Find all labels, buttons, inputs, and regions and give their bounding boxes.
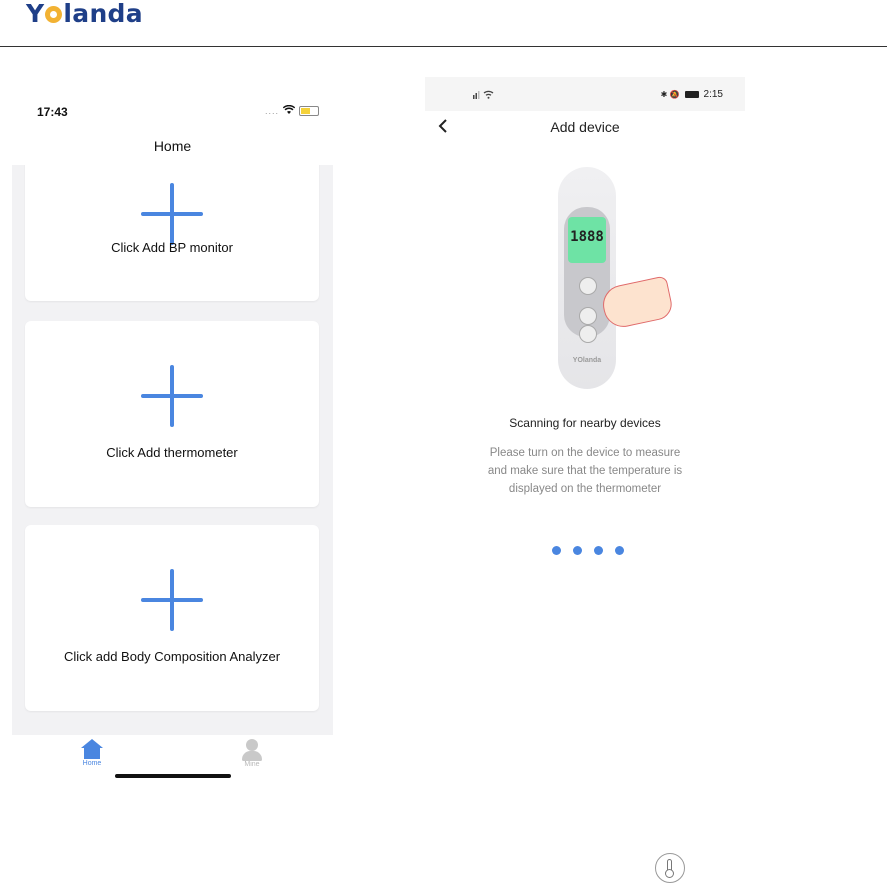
page-title: Add device — [550, 119, 620, 135]
status-time: 17:43 — [37, 105, 68, 119]
device-brand: YOlanda — [572, 357, 602, 364]
wifi-icon — [282, 104, 296, 117]
device-card-list[interactable]: Click Add BP monitor Click Add thermomet… — [12, 165, 333, 735]
tab-home[interactable]: Home — [72, 739, 112, 767]
page-title: Home — [153, 138, 192, 154]
loading-dot — [594, 546, 603, 555]
logo-o-icon — [45, 6, 63, 23]
home-indicator[interactable] — [115, 774, 231, 778]
bluetooth-mute-icons: ✱ 🔕 — [660, 90, 680, 99]
status-right: ✱ 🔕 2:15 — [661, 89, 723, 100]
tab-mine[interactable]: Mine — [232, 739, 272, 768]
plus-icon — [141, 183, 203, 245]
lcd-reading: 1888 — [570, 229, 604, 245]
loading-dot — [552, 546, 561, 555]
plus-icon — [141, 365, 203, 427]
ios-home-screen: 17:43 .... Home Click Add BP monitor Cli… — [12, 96, 333, 796]
device-lcd: 1888 — [568, 217, 606, 263]
signal-dots: .... — [264, 106, 279, 116]
scan-title: Scanning for nearby devices — [509, 416, 661, 430]
add-bp-monitor-card[interactable]: Click Add BP monitor — [25, 165, 319, 301]
scan-description: Please turn on the device to measure and… — [487, 447, 683, 495]
card-label: Click Add BP monitor — [111, 240, 233, 255]
tab-label: Home — [82, 760, 102, 767]
thermometer-icon — [655, 853, 685, 883]
card-label: Click Add thermometer — [106, 445, 238, 460]
power-button-icon — [579, 277, 597, 295]
loading-dot — [615, 546, 624, 555]
card-label: Click add Body Composition Analyzer — [63, 649, 281, 664]
plus-icon — [141, 569, 203, 631]
yolanda-logo: Ylanda — [26, 0, 143, 28]
status-icons: .... — [264, 104, 319, 117]
signal-wifi-icon — [472, 89, 494, 101]
logo-text-left: Y — [26, 0, 45, 28]
person-icon — [241, 739, 263, 761]
logo-text-right: landa — [63, 0, 143, 28]
android-add-device-screen: ✱ 🔕 2:15 Add device 1888 YOlanda Scannin… — [425, 77, 745, 577]
header-divider — [0, 46, 887, 47]
loading-dot — [573, 546, 582, 555]
add-body-composition-card[interactable]: Click add Body Composition Analyzer — [25, 525, 319, 711]
battery-icon — [684, 91, 699, 98]
tab-bar: Home Mine — [12, 735, 333, 796]
memory-button-icon — [579, 325, 597, 343]
mode-button-icon — [579, 307, 597, 325]
status-time: 2:15 — [703, 89, 723, 100]
thermometer-illustration: 1888 YOlanda — [558, 167, 616, 389]
battery-icon — [299, 106, 319, 116]
status-bar: ✱ 🔕 2:15 — [425, 77, 745, 111]
tab-label: Mine — [244, 761, 260, 768]
add-thermometer-card[interactable]: Click Add thermometer — [25, 321, 319, 507]
home-icon — [81, 739, 103, 759]
